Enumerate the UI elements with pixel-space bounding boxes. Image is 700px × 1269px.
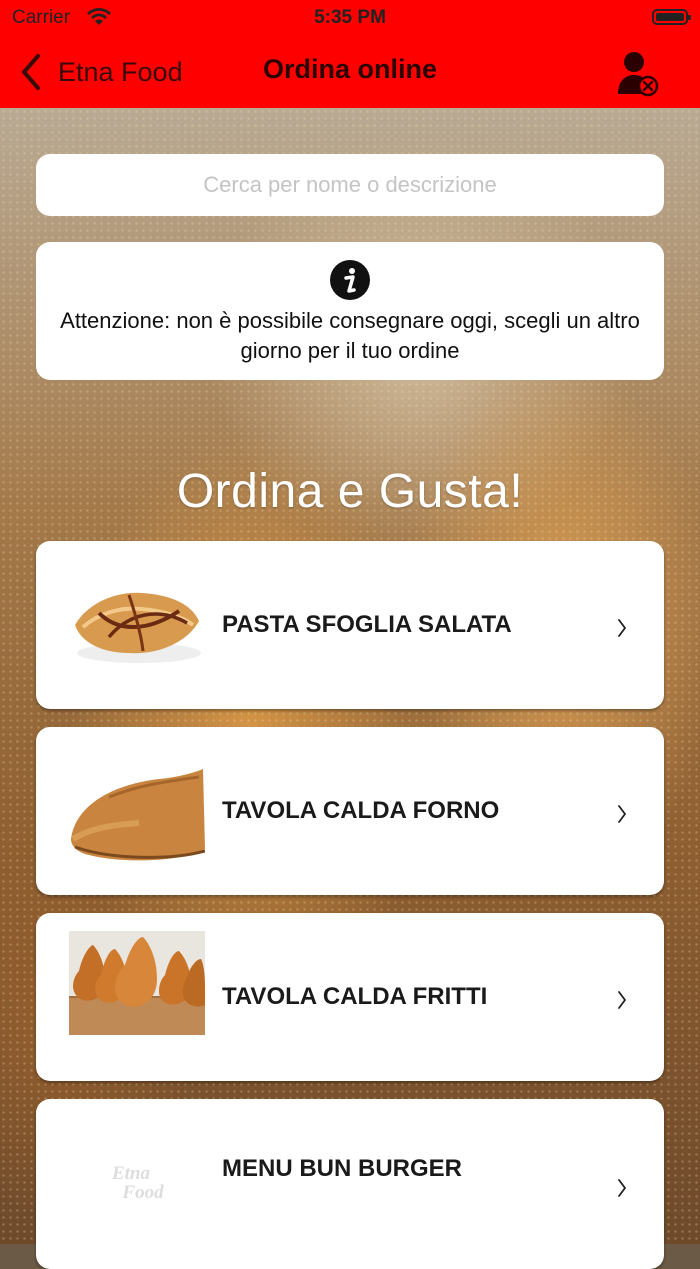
search-box — [36, 154, 664, 216]
chevron-right-icon — [618, 805, 627, 823]
category-card-tavola-calda-fritti[interactable]: TAVOLA CALDA FRITTI — [36, 913, 664, 1081]
chevron-right-icon — [618, 1179, 627, 1197]
category-name: TAVOLA CALDA FORNO — [222, 797, 500, 824]
info-icon — [330, 260, 370, 300]
logo-line2: Food — [122, 1182, 164, 1203]
category-name: MENU BUN BURGER — [222, 1155, 462, 1182]
pastry-image — [69, 573, 205, 677]
clock: 5:35 PM — [314, 7, 386, 28]
chevron-right-icon — [618, 619, 627, 637]
back-button[interactable]: Etna Food — [18, 52, 183, 92]
user-logout-icon[interactable] — [616, 48, 660, 98]
chevron-left-icon — [22, 54, 40, 90]
header: Carrier 5:35 PM Etna Food Ordina online — [0, 0, 700, 108]
delivery-notice: Attenzione: non è possibile consegnare o… — [36, 242, 664, 380]
category-name: PASTA SFOGLIA SALATA — [222, 611, 512, 638]
notice-message: Attenzione: non è possibile consegnare o… — [60, 308, 640, 363]
battery-icon — [652, 9, 691, 25]
search-input[interactable] — [36, 171, 664, 199]
back-button-label: Etna Food — [58, 56, 183, 87]
section-heading: Ordina e Gusta! — [176, 465, 524, 518]
logo-line1: Etna — [111, 1163, 151, 1184]
chevron-right-icon — [618, 991, 627, 1009]
status-bar: Carrier 5:35 PM — [0, 0, 700, 36]
category-name: TAVOLA CALDA FRITTI — [222, 983, 488, 1010]
category-card-tavola-calda-forno[interactable]: TAVOLA CALDA FORNO — [36, 727, 664, 895]
etna-food-logo: Etna Food — [69, 1131, 205, 1235]
arancini-image — [69, 931, 205, 1035]
category-card-pasta-sfoglia[interactable]: PASTA SFOGLIA SALATA — [36, 541, 664, 709]
calzone-image — [69, 759, 205, 863]
navigation-bar: Etna Food Ordina online — [0, 36, 700, 108]
